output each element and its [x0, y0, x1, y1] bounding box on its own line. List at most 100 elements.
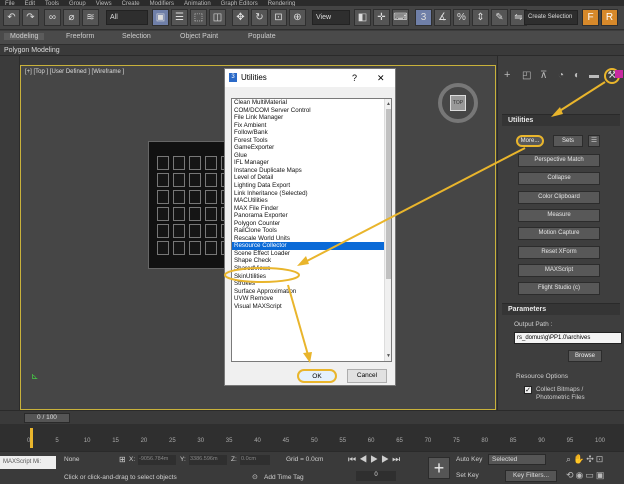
undo-icon[interactable]: ↶: [3, 9, 20, 26]
list-item[interactable]: File Link Manager: [232, 114, 391, 122]
list-item[interactable]: Level of Detail: [232, 174, 391, 182]
key-filters-button[interactable]: Key Filters...: [505, 470, 557, 482]
utility-button[interactable]: Collapse: [518, 172, 600, 186]
move-icon[interactable]: ✥: [232, 9, 249, 26]
viewport-navigation-icons-2[interactable]: ⟲◉▭▣: [566, 470, 606, 481]
hierarchy-tab-icon[interactable]: ⊼: [540, 70, 547, 81]
list-item[interactable]: Link Inheritance (Selected): [232, 190, 391, 198]
time-slider-thumb[interactable]: 0 / 100: [24, 413, 70, 423]
list-item[interactable]: IFL Manager: [232, 159, 391, 167]
list-item[interactable]: Panorama Exporter: [232, 212, 391, 220]
color-swatch[interactable]: [615, 70, 623, 78]
list-scrollbar[interactable]: ▲ ▼: [384, 99, 391, 361]
select-by-name-icon[interactable]: ☰: [171, 9, 188, 26]
playback-controls-icon[interactable]: ⏮◀▶▶⏭: [348, 454, 403, 465]
tab-selection[interactable]: Selection: [122, 33, 151, 40]
selection-filter-dropdown[interactable]: All: [106, 10, 148, 25]
list-item[interactable]: Surface Approximation: [232, 288, 391, 296]
list-item[interactable]: Resource Collector: [232, 242, 391, 250]
list-item[interactable]: UVW Remove: [232, 295, 391, 303]
utility-button[interactable]: Flight Studio (c): [518, 282, 600, 296]
rectangular-selection-icon[interactable]: ⬚: [190, 9, 207, 26]
list-item[interactable]: Clean MultiMaterial: [232, 99, 391, 107]
snaps-toggle-icon[interactable]: 3: [415, 9, 432, 26]
utility-button[interactable]: Measure: [518, 208, 600, 222]
select-manipulate-icon[interactable]: ✛: [373, 9, 390, 26]
list-item[interactable]: COM/DCOM Server Control: [232, 107, 391, 115]
list-item[interactable]: Lighting Data Export: [232, 182, 391, 190]
list-item[interactable]: Strokes: [232, 280, 391, 288]
list-item[interactable]: GameExporter: [232, 144, 391, 152]
maxscript-listener[interactable]: MAXScript Mi:: [0, 456, 56, 469]
utilities-list[interactable]: Clean MultiMaterial COM/DCOM Server Contr…: [231, 98, 392, 362]
tab-object-paint[interactable]: Object Paint: [180, 33, 218, 40]
list-item[interactable]: MAX File Finder: [232, 205, 391, 213]
utility-button[interactable]: Reset XForm: [518, 245, 600, 259]
list-item[interactable]: Scene Effect Loader: [232, 250, 391, 258]
create-tab-icon[interactable]: +: [504, 69, 510, 81]
keyboard-shortcut-override-icon[interactable]: ⌨: [392, 9, 409, 26]
window-crossing-icon[interactable]: ◫: [209, 9, 226, 26]
auto-key-button[interactable]: Auto Key: [456, 456, 482, 463]
bind-space-warp-icon[interactable]: ≋: [82, 9, 99, 26]
redo-icon[interactable]: ↷: [22, 9, 39, 26]
angle-snap-icon[interactable]: ∡: [434, 9, 451, 26]
rotate-icon[interactable]: ↻: [251, 9, 268, 26]
list-item[interactable]: Shape Check: [232, 257, 391, 265]
modeling-tab-icon[interactable]: ▬: [589, 70, 599, 81]
parameters-rollout-header[interactable]: Parameters: [502, 303, 620, 315]
utility-button[interactable]: Perspective Match: [518, 154, 600, 167]
utility-button[interactable]: Color Clipboard: [518, 190, 600, 204]
modify-tab-icon[interactable]: ◰: [522, 70, 531, 81]
track-bar[interactable]: 0 5 10 15 20 25 30 35 40 45 50 55 60 65 70 75 80 85 90 95 10…: [0, 424, 624, 451]
cancel-button[interactable]: Cancel: [347, 369, 387, 383]
current-frame-input[interactable]: 0: [356, 471, 396, 481]
add-time-tag[interactable]: Add Time Tag: [264, 474, 304, 481]
list-item[interactable]: Rescale World Units: [232, 235, 391, 243]
list-item[interactable]: Forest Tools: [232, 137, 391, 145]
list-item[interactable]: Instance Duplicate Maps: [232, 167, 391, 175]
scroll-down-icon[interactable]: ▼: [386, 353, 391, 359]
motion-tab-icon[interactable]: ◔: [558, 70, 564, 81]
configure-sets-icon[interactable]: ☰: [588, 135, 600, 147]
tab-freeform[interactable]: Freeform: [66, 33, 94, 40]
utilities-rollout-header[interactable]: Utilities: [502, 114, 620, 126]
pivot-center-icon[interactable]: ◧: [354, 9, 371, 26]
list-item[interactable]: Visual MAXScript: [232, 303, 391, 311]
y-coordinate-field[interactable]: 3386.596m: [189, 455, 227, 465]
list-item[interactable]: Fix Ambient: [232, 122, 391, 130]
scroll-up-icon[interactable]: ▲: [386, 101, 391, 107]
viewport-label[interactable]: [+] [Top ] [User Defined ] [Wireframe ]: [25, 69, 124, 75]
tab-populate[interactable]: Populate: [248, 33, 276, 40]
help-button[interactable]: ?: [352, 69, 357, 87]
set-key-button[interactable]: Set Key: [456, 472, 479, 479]
list-item[interactable]: SharedViews: [232, 265, 391, 273]
collect-bitmaps-checkbox[interactable]: ✓: [524, 386, 532, 394]
scale-icon[interactable]: ⊡: [270, 9, 287, 26]
set-key-icon[interactable]: +: [428, 457, 450, 479]
link-icon[interactable]: ∞: [44, 9, 61, 26]
time-slider[interactable]: 0 / 100: [0, 410, 624, 424]
x-coordinate-field[interactable]: -9056.784m: [138, 455, 176, 465]
time-tag-icon[interactable]: ⊙: [252, 473, 258, 481]
forest-pack-icon[interactable]: F: [582, 9, 599, 26]
browse-button[interactable]: Browse: [568, 350, 602, 362]
viewcube-face[interactable]: TOP: [450, 95, 466, 111]
viewcube[interactable]: TOP: [438, 83, 478, 123]
list-item[interactable]: Follow/Bank: [232, 129, 391, 137]
railclone-icon[interactable]: R: [601, 9, 618, 26]
tab-modeling[interactable]: Modeling: [4, 33, 45, 40]
list-item[interactable]: Glue: [232, 152, 391, 160]
display-tab-icon[interactable]: ◐: [574, 70, 580, 81]
list-item[interactable]: MACUtilities: [232, 197, 391, 205]
ok-button[interactable]: OK: [297, 369, 337, 383]
named-selection-input[interactable]: Create Selection: [524, 10, 578, 25]
list-item[interactable]: Polygon Counter: [232, 220, 391, 228]
more-button[interactable]: More...: [516, 135, 544, 147]
percent-snap-icon[interactable]: %: [453, 9, 470, 26]
list-item[interactable]: SkinUtilities: [232, 273, 391, 281]
close-button[interactable]: ✕: [377, 69, 385, 87]
place-icon[interactable]: ⊕: [289, 9, 306, 26]
utility-button[interactable]: Motion Capture: [518, 227, 600, 241]
utility-button[interactable]: MAXScript: [518, 263, 600, 277]
